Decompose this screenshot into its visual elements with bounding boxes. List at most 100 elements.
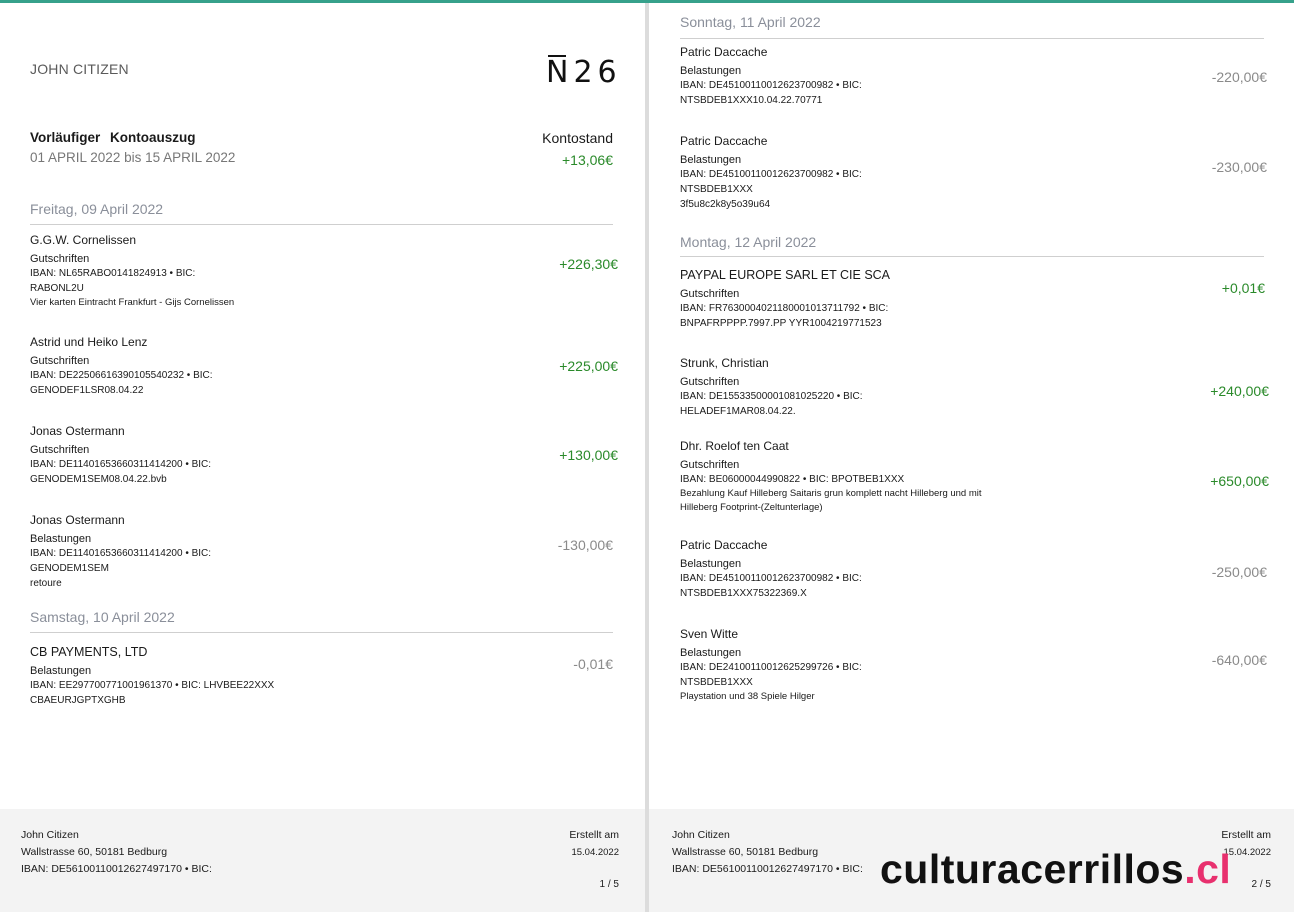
- transaction-name: Patric Daccache: [680, 538, 768, 552]
- transaction: Patric Daccache Belastungen IBAN: DE4510…: [680, 134, 1270, 212]
- transaction-type: Belastungen: [30, 665, 92, 677]
- transaction-iban: IBAN: DE45100110012623700982 • BIC:: [680, 573, 862, 584]
- transaction-type: Gutschriften: [680, 288, 740, 300]
- transaction-type: Gutschriften: [680, 376, 740, 388]
- transaction: Jonas Ostermann Belastungen IBAN: DE1140…: [30, 513, 620, 591]
- transaction-reference: 3f5u8c2k8y5o39u64: [680, 199, 771, 210]
- transaction-name: Patric Daccache: [680, 45, 768, 59]
- transaction-type: Belastungen: [680, 154, 742, 166]
- transaction: Dhr. Roelof ten Caat Gutschriften IBAN: …: [680, 439, 1270, 515]
- transaction-amount: +0,01€: [1221, 280, 1265, 296]
- transaction-type: Gutschriften: [680, 459, 740, 471]
- transaction-amount: +650,00€: [1210, 473, 1269, 489]
- transaction-bic: GENODEF1LSR08.04.22: [30, 385, 144, 396]
- transaction-bic: NTSBDEB1XXX: [680, 677, 753, 688]
- day-header: Freitag, 09 April 2022: [30, 201, 164, 217]
- transaction-iban: IBAN: EE297700771001961370 • BIC: LHVBEE…: [30, 680, 275, 691]
- statement-title: Vorläufiger Kontoauszug: [30, 130, 196, 145]
- transaction-type: Gutschriften: [30, 444, 90, 456]
- transaction-amount: +226,30€: [559, 256, 618, 272]
- transaction: Jonas Ostermann Gutschriften IBAN: DE114…: [30, 424, 620, 487]
- transaction-reference-line-1: Bezahlung Kauf Hilleberg Saitaris grun k…: [680, 488, 982, 499]
- watermark-suffix: .cl: [1184, 846, 1232, 892]
- footer-address: Wallstrasse 60, 50181 Bedburg: [672, 846, 819, 858]
- footer-account-info: John Citizen Wallstrasse 60, 50181 Bedbu…: [672, 827, 863, 878]
- day-header: Montag, 12 April 2022: [680, 234, 817, 250]
- balance-value: +13,06€: [562, 152, 613, 168]
- balance-label: Kontostand: [542, 130, 613, 146]
- transaction: Sven Witte Belastungen IBAN: DE241001100…: [680, 627, 1270, 704]
- transaction-type: Belastungen: [30, 533, 92, 545]
- day-divider: [30, 632, 613, 633]
- transaction: CB PAYMENTS, LTD Belastungen IBAN: EE297…: [30, 645, 620, 708]
- footer-address: Wallstrasse 60, 50181 Bedburg: [21, 846, 168, 858]
- transaction-name: Patric Daccache: [680, 134, 768, 148]
- day-divider: [680, 256, 1264, 257]
- transaction-amount: -640,00€: [1211, 652, 1267, 668]
- transaction: Astrid und Heiko Lenz Gutschriften IBAN:…: [30, 335, 620, 398]
- transaction-iban: IBAN: DE11401653660311414200 • BIC:: [30, 459, 212, 470]
- transaction-reference: retoure: [30, 578, 62, 589]
- transaction-type: Belastungen: [680, 65, 742, 77]
- transaction: PAYPAL EUROPE SARL ET CIE SCA Gutschrift…: [680, 268, 1270, 331]
- page-number: 1 / 5: [599, 879, 619, 890]
- transaction-amount: +130,00€: [559, 447, 618, 463]
- statement-period: 01 APRIL 2022 bis 15 APRIL 2022: [30, 150, 236, 165]
- transaction-bic: RABONL2U: [30, 283, 84, 294]
- transaction-iban: IBAN: DE45100110012623700982 • BIC:: [680, 80, 862, 91]
- created-label: Erstellt am: [1221, 829, 1271, 841]
- transaction-reference: Playstation und 38 Spiele Hilger: [680, 691, 815, 702]
- transaction: Patric Daccache Belastungen IBAN: DE4510…: [680, 538, 1270, 601]
- transaction: G.G.W. Cornelissen Gutschriften IBAN: NL…: [30, 233, 620, 310]
- page-number: 2 / 5: [1251, 879, 1271, 890]
- transaction-iban: IBAN: DE45100110012623700982 • BIC:: [680, 169, 862, 180]
- transaction-reference: Vier karten Eintracht Frankfurt - Gijs C…: [30, 297, 235, 308]
- transaction: Patric Daccache Belastungen IBAN: DE4510…: [680, 45, 1270, 108]
- transaction-bic: NTSBDEB1XXX10.04.22.70771: [680, 95, 823, 106]
- transaction: Strunk, Christian Gutschriften IBAN: DE1…: [680, 356, 1270, 419]
- transaction-iban: IBAN: DE22506616390105540232 • BIC:: [30, 370, 213, 381]
- transaction-name: Dhr. Roelof ten Caat: [680, 439, 789, 453]
- footer-iban: IBAN: DE56100110012627497170 • BIC:: [672, 863, 863, 875]
- transaction-reference-line-2: Hilleberg Footprint-(Zeltunterlage): [680, 502, 823, 513]
- footer-name: John Citizen: [21, 829, 79, 841]
- transaction-name: Jonas Ostermann: [30, 513, 125, 527]
- transaction-name: Sven Witte: [680, 627, 739, 641]
- transaction-amount: -220,00€: [1211, 69, 1267, 85]
- transaction-name: Jonas Ostermann: [30, 424, 125, 438]
- transaction-bic: GENODEM1SEM08.04.22.bvb: [30, 474, 167, 485]
- day-divider: [30, 224, 613, 225]
- transaction-name: G.G.W. Cornelissen: [30, 233, 137, 247]
- account-holder-name: JOHN CITIZEN: [30, 61, 129, 77]
- transaction-bic: CBAEURJGPTXGHB: [30, 695, 126, 706]
- transaction-type: Belastungen: [680, 647, 742, 659]
- transaction-name: Astrid und Heiko Lenz: [30, 335, 148, 349]
- transaction-name: CB PAYMENTS, LTD: [30, 645, 148, 659]
- n26-logo: N26: [546, 55, 622, 90]
- transaction-type: Gutschriften: [30, 253, 90, 265]
- transaction-amount: +225,00€: [559, 358, 618, 374]
- transaction-iban: IBAN: DE24100110012625299726 • BIC:: [680, 662, 862, 673]
- created-label: Erstellt am: [569, 829, 619, 841]
- transaction-amount: -230,00€: [1211, 159, 1267, 175]
- transaction-bic: GENODEM1SEM: [30, 563, 109, 574]
- day-header: Sonntag, 11 April 2022: [680, 14, 821, 30]
- page-footer: John Citizen Wallstrasse 60, 50181 Bedbu…: [0, 809, 645, 912]
- footer-iban: IBAN: DE56100110012627497170 • BIC:: [21, 863, 212, 875]
- watermark: culturacerrillos.cl: [880, 846, 1231, 893]
- transaction-amount: -250,00€: [1211, 564, 1267, 580]
- transaction-name: Strunk, Christian: [680, 356, 769, 370]
- transaction-amount: +240,00€: [1210, 383, 1269, 399]
- statement-page-1: JOHN CITIZEN N26 Vorläufiger Kontoauszug…: [0, 3, 645, 912]
- transaction-bic: BNPAFRPPPP.7997.PP YYR1004219771523: [680, 318, 882, 329]
- transaction-bic: NTSBDEB1XXX75322369.X: [680, 588, 807, 599]
- transaction-amount: -130,00€: [557, 537, 613, 553]
- watermark-text: culturacerrillos: [880, 846, 1185, 892]
- transaction-iban: IBAN: BE06000044990822 • BIC: BPOTBEB1XX…: [680, 474, 905, 485]
- footer-created: Erstellt am 15.04.2022: [569, 827, 619, 861]
- footer-account-info: John Citizen Wallstrasse 60, 50181 Bedbu…: [21, 827, 212, 878]
- transaction-iban: IBAN: FR7630004021180001013711792 • BIC:: [680, 303, 889, 314]
- footer-name: John Citizen: [672, 829, 730, 841]
- day-divider: [680, 38, 1264, 39]
- statement-page-2: Sonntag, 11 April 2022 Patric Daccache B…: [649, 3, 1294, 912]
